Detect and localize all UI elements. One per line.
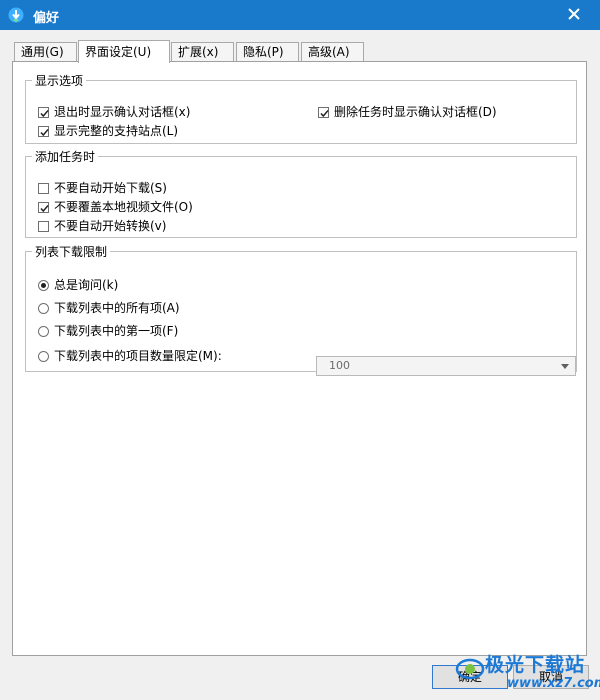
checkbox-box[interactable] bbox=[38, 221, 49, 232]
watermark: 极光下载站 www.xz7.com bbox=[455, 648, 600, 698]
dropdown-value: 100 bbox=[329, 359, 350, 372]
tab-privacy[interactable]: 隐私(P) bbox=[236, 42, 299, 61]
group-title: 列表下载限制 bbox=[35, 245, 108, 259]
checkbox-box[interactable] bbox=[38, 202, 49, 213]
checkbox-box[interactable] bbox=[38, 183, 49, 194]
title-bar: 偏好 bbox=[0, 0, 600, 30]
checkbox-box[interactable] bbox=[38, 107, 49, 118]
checkbox-confirm-exit[interactable]: 退出时显示确认对话框(x) bbox=[38, 103, 190, 121]
checkbox-label: 不要自动开始转换(v) bbox=[54, 219, 167, 233]
checkbox-no-overwrite[interactable]: 不要覆盖本地视频文件(O) bbox=[38, 198, 193, 216]
checkbox-label: 删除任务时显示确认对话框(D) bbox=[334, 105, 497, 119]
list-limit-group: 列表下载限制 总是询问(k) 下载列表中的所有项(A) 下载列表中的第一项(F)… bbox=[25, 243, 577, 376]
settings-panel: 显示选项 退出时显示确认对话框(x) 删除任务时显示确认对话框(D) 显示完整的… bbox=[12, 61, 587, 656]
tab-interface[interactable]: 界面设定(U) bbox=[78, 40, 170, 63]
tab-advanced[interactable]: 高级(A) bbox=[301, 42, 364, 61]
checkbox-label: 不要覆盖本地视频文件(O) bbox=[54, 200, 193, 214]
tab-general[interactable]: 通用(G) bbox=[14, 42, 77, 61]
checkbox-no-auto-download[interactable]: 不要自动开始下载(S) bbox=[38, 179, 167, 197]
checkbox-label: 显示完整的支持站点(L) bbox=[54, 124, 179, 138]
watermark-name: 极光下载站 bbox=[485, 654, 586, 676]
checkbox-box[interactable] bbox=[318, 107, 329, 118]
radio-button[interactable] bbox=[38, 303, 49, 314]
checkbox-show-full-sites[interactable]: 显示完整的支持站点(L) bbox=[38, 122, 178, 140]
site-logo-icon bbox=[455, 658, 485, 680]
radio-all-items[interactable]: 下载列表中的所有项(A) bbox=[38, 299, 180, 317]
radio-label: 下载列表中的所有项(A) bbox=[54, 301, 180, 315]
chevron-down-icon bbox=[561, 364, 569, 369]
radio-button[interactable] bbox=[38, 351, 49, 362]
radio-button[interactable] bbox=[38, 326, 49, 337]
window-title: 偏好 bbox=[33, 11, 60, 26]
checkbox-label: 退出时显示确认对话框(x) bbox=[54, 105, 191, 119]
tab-strip: 通用(G) 界面设定(U) 扩展(x) 隐私(P) 高级(A) bbox=[14, 40, 594, 63]
radio-label: 下载列表中的第一项(F) bbox=[54, 324, 179, 338]
download-arrow-icon bbox=[8, 7, 24, 23]
radio-label: 下载列表中的项目数量限定(M): bbox=[54, 349, 222, 363]
close-icon[interactable] bbox=[564, 4, 584, 24]
group-title: 显示选项 bbox=[35, 74, 84, 88]
radio-limit-count[interactable]: 下载列表中的项目数量限定(M): bbox=[38, 347, 222, 365]
checkbox-label: 不要自动开始下载(S) bbox=[54, 181, 167, 195]
group-title: 添加任务时 bbox=[35, 150, 96, 164]
checkbox-confirm-delete[interactable]: 删除任务时显示确认对话框(D) bbox=[318, 103, 497, 121]
radio-always-ask[interactable]: 总是询问(k) bbox=[38, 276, 118, 294]
radio-dot bbox=[41, 283, 46, 288]
tab-extensions[interactable]: 扩展(x) bbox=[171, 42, 234, 61]
radio-label: 总是询问(k) bbox=[54, 278, 119, 292]
watermark-url: www.xz7.com bbox=[507, 676, 600, 691]
checkbox-box[interactable] bbox=[38, 126, 49, 137]
radio-button[interactable] bbox=[38, 280, 49, 291]
radio-first-item[interactable]: 下载列表中的第一项(F) bbox=[38, 322, 178, 340]
limit-count-dropdown[interactable]: 100 bbox=[316, 356, 576, 376]
add-task-group: 添加任务时 不要自动开始下载(S) 不要覆盖本地视频文件(O) 不要自动开始转换… bbox=[25, 148, 577, 238]
checkbox-no-auto-convert[interactable]: 不要自动开始转换(v) bbox=[38, 217, 166, 235]
display-options-group: 显示选项 退出时显示确认对话框(x) 删除任务时显示确认对话框(D) 显示完整的… bbox=[25, 72, 577, 144]
